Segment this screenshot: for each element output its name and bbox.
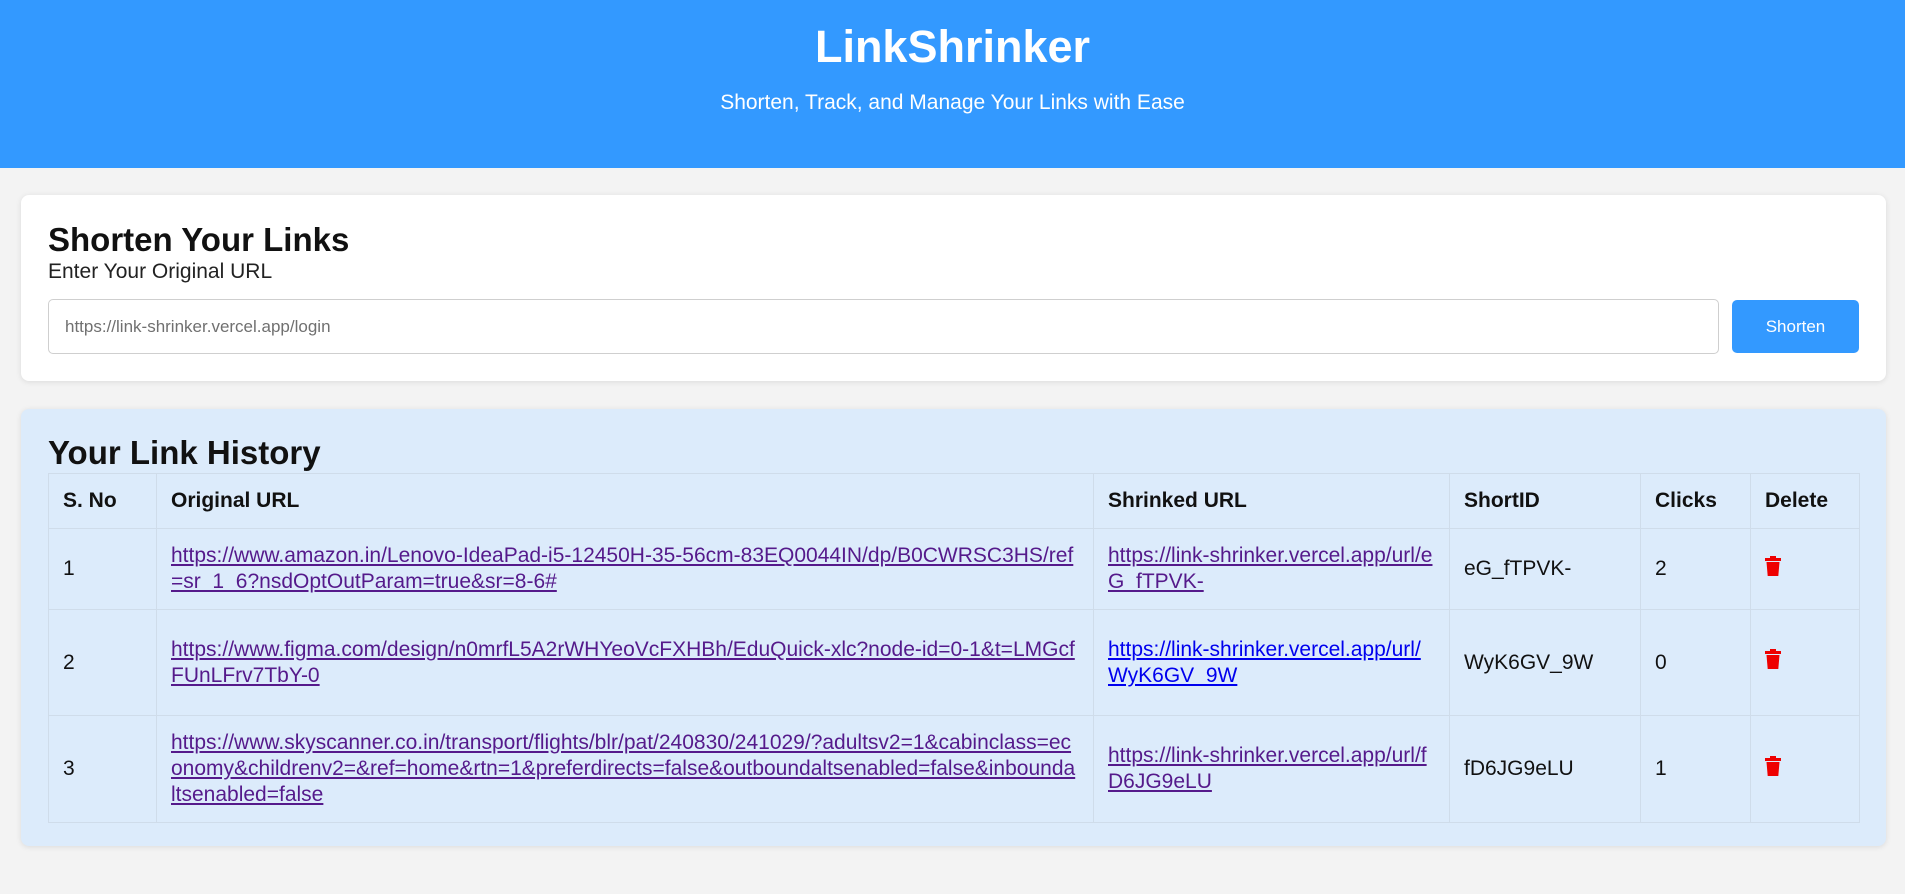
shorten-heading: Shorten Your Links (48, 221, 350, 258)
shorten-form: Shorten (48, 299, 1859, 354)
column-header-original-url: Original URL (156, 473, 1094, 529)
shrinked-url-link[interactable]: https://link-shrinker.vercel.app/url/eG_… (1108, 544, 1432, 593)
table-row: 1 https://www.amazon.in/Lenovo-IdeaPad-i… (48, 528, 1860, 610)
row-sno: 2 (48, 609, 157, 716)
row-clicks: 1 (1640, 715, 1751, 823)
row-clicks: 0 (1640, 609, 1751, 716)
trash-icon[interactable] (1765, 649, 1781, 669)
row-short-id: eG_fTPVK- (1449, 528, 1641, 610)
shrinked-url-link[interactable]: https://link-shrinker.vercel.app/url/fD6… (1108, 744, 1427, 793)
app-title: LinkShrinker (814, 21, 1091, 72)
row-original-url-cell: https://www.amazon.in/Lenovo-IdeaPad-i5-… (156, 528, 1094, 610)
row-sno: 1 (48, 528, 157, 610)
original-url-link[interactable]: https://www.figma.com/design/n0mrfL5A2rW… (171, 638, 1075, 687)
trash-icon[interactable] (1765, 555, 1781, 576)
app-tagline: Shorten, Track, and Manage Your Links wi… (720, 91, 1185, 114)
original-url-link[interactable]: https://www.skyscanner.co.in/transport/f… (171, 731, 1075, 806)
row-shrinked-url-cell: https://link-shrinker.vercel.app/url/eG_… (1093, 528, 1450, 610)
column-header-short-id: ShortID (1449, 473, 1641, 529)
row-delete-cell (1750, 715, 1860, 823)
link-history-table: S. No Original URL Shrinked URL ShortID … (48, 473, 1860, 823)
row-shrinked-url-cell: https://link-shrinker.vercel.app/url/fD6… (1093, 715, 1450, 823)
row-delete-cell (1750, 528, 1860, 610)
shorten-card: Shorten Your Links Enter Your Original U… (21, 195, 1886, 381)
row-sno: 3 (48, 715, 157, 823)
row-short-id: fD6JG9eLU (1449, 715, 1641, 823)
column-header-clicks: Clicks (1640, 473, 1751, 529)
url-field-label: Enter Your Original URL (48, 260, 273, 283)
url-input[interactable] (48, 299, 1719, 354)
link-history-card: Your Link History S. No Original URL Shr… (21, 409, 1886, 846)
trash-icon[interactable] (1765, 755, 1781, 776)
row-original-url-cell: https://www.figma.com/design/n0mrfL5A2rW… (156, 609, 1094, 716)
history-heading: Your Link History (48, 434, 321, 471)
row-short-id: WyK6GV_9W (1449, 609, 1641, 716)
row-clicks: 2 (1640, 528, 1751, 610)
row-original-url-cell: https://www.skyscanner.co.in/transport/f… (156, 715, 1094, 823)
original-url-link[interactable]: https://www.amazon.in/Lenovo-IdeaPad-i5-… (171, 544, 1073, 593)
column-header-delete: Delete (1750, 473, 1860, 529)
column-header-shrinked-url: Shrinked URL (1093, 473, 1450, 529)
table-row: 2 https://www.figma.com/design/n0mrfL5A2… (48, 609, 1860, 716)
row-shrinked-url-cell: https://link-shrinker.vercel.app/url/WyK… (1093, 609, 1450, 716)
row-delete-cell (1750, 609, 1860, 716)
app-header: LinkShrinker Shorten, Track, and Manage … (0, 0, 1905, 168)
shorten-button[interactable]: Shorten (1732, 300, 1859, 353)
table-row: 3 https://www.skyscanner.co.in/transport… (48, 715, 1860, 823)
table-header-row: S. No Original URL Shrinked URL ShortID … (48, 473, 1860, 529)
column-header-sno: S. No (48, 473, 157, 529)
shrinked-url-link[interactable]: https://link-shrinker.vercel.app/url/WyK… (1108, 638, 1421, 687)
